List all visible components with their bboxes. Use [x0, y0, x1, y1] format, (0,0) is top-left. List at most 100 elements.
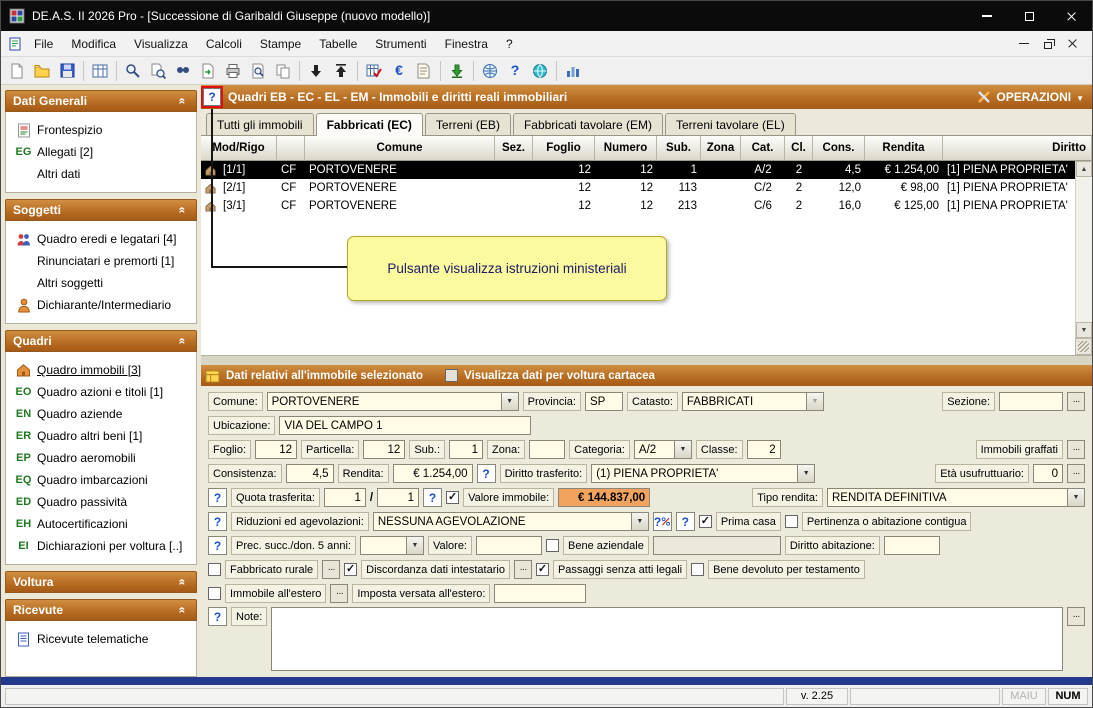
column-header-sez[interactable]: Sez.	[495, 136, 533, 161]
search-documents-button[interactable]	[146, 59, 170, 83]
tab-terreni-eb[interactable]: Terreni (EB)	[425, 113, 511, 135]
menu-visualizza[interactable]: Visualizza	[125, 33, 197, 55]
tipo-rendita-value[interactable]: RENDITA DEFINITIVA	[827, 488, 1068, 507]
particella-field[interactable]: 12	[363, 440, 405, 459]
column-header-blank[interactable]	[277, 136, 305, 161]
rendita-help-button[interactable]	[477, 464, 496, 483]
discordanza-checkbox[interactable]	[344, 563, 357, 576]
sidebar-item-eredi[interactable]: Quadro eredi e legatari [4]	[8, 228, 194, 250]
diritto-trasferito-value[interactable]: (1) PIENA PROPRIETA'	[591, 464, 798, 483]
catasto-combo[interactable]: FABBRICATI	[682, 392, 824, 411]
voltura-cartacea-checkbox[interactable]	[445, 369, 458, 382]
prima-casa-help-button[interactable]	[676, 512, 695, 531]
menu-strumenti[interactable]: Strumenti	[366, 33, 435, 55]
eta-usufruttuario-field[interactable]: 0	[1033, 464, 1063, 483]
sezione-field[interactable]	[999, 392, 1063, 411]
menu-calcoli[interactable]: Calcoli	[197, 33, 251, 55]
maximize-button[interactable]	[1008, 1, 1050, 31]
close-button[interactable]	[1050, 1, 1092, 31]
table-view-button[interactable]	[88, 59, 112, 83]
menu-help[interactable]: ?	[497, 33, 522, 55]
column-header-cl[interactable]: Cl.	[785, 136, 813, 161]
grid-row-2[interactable]: [2/1] CF PORTOVENERE 12 12 113 C/2 2 12,…	[201, 179, 1075, 197]
grid-row-1[interactable]: [1/1] CF PORTOVENERE 12 12 1 A/2 2 4,5 €…	[201, 161, 1075, 179]
foglio-field[interactable]: 12	[255, 440, 297, 459]
fabbricato-rurale-checkbox[interactable]	[208, 563, 221, 576]
minimize-button[interactable]	[966, 1, 1008, 31]
categoria-combo[interactable]: A/2	[634, 440, 692, 459]
riduzioni-help-button[interactable]	[208, 512, 227, 531]
column-header-sub[interactable]: Sub.	[657, 136, 701, 161]
classe-field[interactable]: 2	[747, 440, 781, 459]
import-data-button[interactable]	[304, 59, 328, 83]
sidebar-item-frontespizio[interactable]: Frontespizio	[8, 119, 194, 141]
diritto-abitazione-field[interactable]	[884, 536, 940, 555]
valore-help-button[interactable]	[423, 488, 442, 507]
menu-finestra[interactable]: Finestra	[436, 33, 497, 55]
download-button[interactable]	[445, 59, 469, 83]
section-header-voltura[interactable]: Voltura	[5, 571, 197, 593]
column-header-foglio[interactable]: Foglio	[533, 136, 595, 161]
note-help-button[interactable]	[208, 607, 227, 626]
sidebar-item-quadro-altri-beni[interactable]: ER Quadro altri beni [1]	[8, 425, 194, 447]
pertinenza-checkbox[interactable]	[785, 515, 798, 528]
ubicazione-field[interactable]: VIA DEL CAMPO 1	[279, 416, 531, 435]
discordanza-browse-button[interactable]	[514, 560, 532, 579]
new-document-button[interactable]	[5, 59, 29, 83]
dropdown-icon[interactable]	[807, 392, 824, 411]
tab-tutti-gli-immobili[interactable]: Tutti gli immobili	[206, 113, 314, 135]
dropdown-icon[interactable]	[632, 512, 649, 531]
sidebar-item-dichiarante[interactable]: Dichiarante/Intermediario	[8, 294, 194, 316]
sidebar-item-quadro-aziende[interactable]: EN Quadro aziende	[8, 403, 194, 425]
sidebar-item-ricevute-telematiche[interactable]: Ricevute telematiche	[8, 628, 194, 650]
section-header-quadri[interactable]: Quadri	[5, 330, 197, 352]
zona-field[interactable]	[529, 440, 565, 459]
eta-usufruttuario-browse-button[interactable]	[1067, 464, 1085, 483]
dropdown-icon[interactable]	[502, 392, 519, 411]
note-browse-button[interactable]	[1067, 607, 1085, 626]
sidebar-item-allegati[interactable]: EG Allegati [2]	[8, 141, 194, 163]
sidebar-item-altri-soggetti[interactable]: Altri soggetti	[8, 272, 194, 294]
bene-devoluto-checkbox[interactable]	[691, 563, 704, 576]
menu-tabelle[interactable]: Tabelle	[310, 33, 366, 55]
dropdown-icon[interactable]	[407, 536, 424, 555]
column-header-cons[interactable]: Cons.	[813, 136, 865, 161]
tab-fabbricati-ec[interactable]: Fabbricati (EC)	[316, 113, 423, 136]
passaggi-checkbox[interactable]	[536, 563, 549, 576]
prima-casa-checkbox[interactable]	[699, 515, 712, 528]
bene-aziendale-field[interactable]	[653, 536, 781, 555]
euro-calculator-button[interactable]	[387, 59, 411, 83]
prec-succ-combo[interactable]	[360, 536, 424, 555]
bene-aziendale-checkbox[interactable]	[546, 539, 559, 552]
menu-stampe[interactable]: Stampe	[251, 33, 310, 55]
comune-value[interactable]: PORTOVENERE	[267, 392, 502, 411]
mdi-minimize-button[interactable]	[1016, 36, 1032, 52]
riduzioni-value[interactable]: NESSUNA AGEVOLAZIONE	[373, 512, 632, 531]
immobile-estero-browse-button[interactable]	[330, 584, 348, 603]
print-button[interactable]	[221, 59, 245, 83]
sidebar-item-rinunciatari[interactable]: Rinunciatari e premorti [1]	[8, 250, 194, 272]
valore-immobile-checkbox[interactable]	[446, 491, 459, 504]
collapse-chevron-icon[interactable]	[175, 94, 189, 108]
valore-field[interactable]	[476, 536, 542, 555]
valore-immobile-field[interactable]: € 144.837,00	[558, 488, 650, 507]
scroll-down-icon[interactable]	[1076, 322, 1092, 338]
sezione-browse-button[interactable]	[1067, 392, 1085, 411]
print-preview-button[interactable]	[246, 59, 270, 83]
tab-terreni-tavolare-el[interactable]: Terreni tavolare (EL)	[665, 113, 796, 135]
prec-succ-help-button[interactable]	[208, 536, 227, 555]
open-folder-button[interactable]	[30, 59, 54, 83]
collapse-chevron-icon[interactable]	[175, 575, 189, 589]
statistics-button[interactable]	[561, 59, 585, 83]
sub-field[interactable]: 1	[449, 440, 483, 459]
quota-den-field[interactable]: 1	[377, 488, 419, 507]
mdi-system-icon[interactable]	[8, 37, 22, 51]
quota-num-field[interactable]: 1	[324, 488, 366, 507]
column-header-comune[interactable]: Comune	[305, 136, 495, 161]
column-header-numero[interactable]: Numero	[595, 136, 657, 161]
copy-documents-button[interactable]	[271, 59, 295, 83]
rendita-field[interactable]: € 1.254,00	[393, 464, 473, 483]
provincia-field[interactable]: SP	[585, 392, 623, 411]
sidebar-item-quadro-aeromobili[interactable]: EP Quadro aeromobili	[8, 447, 194, 469]
collapse-chevron-icon[interactable]	[175, 603, 189, 617]
